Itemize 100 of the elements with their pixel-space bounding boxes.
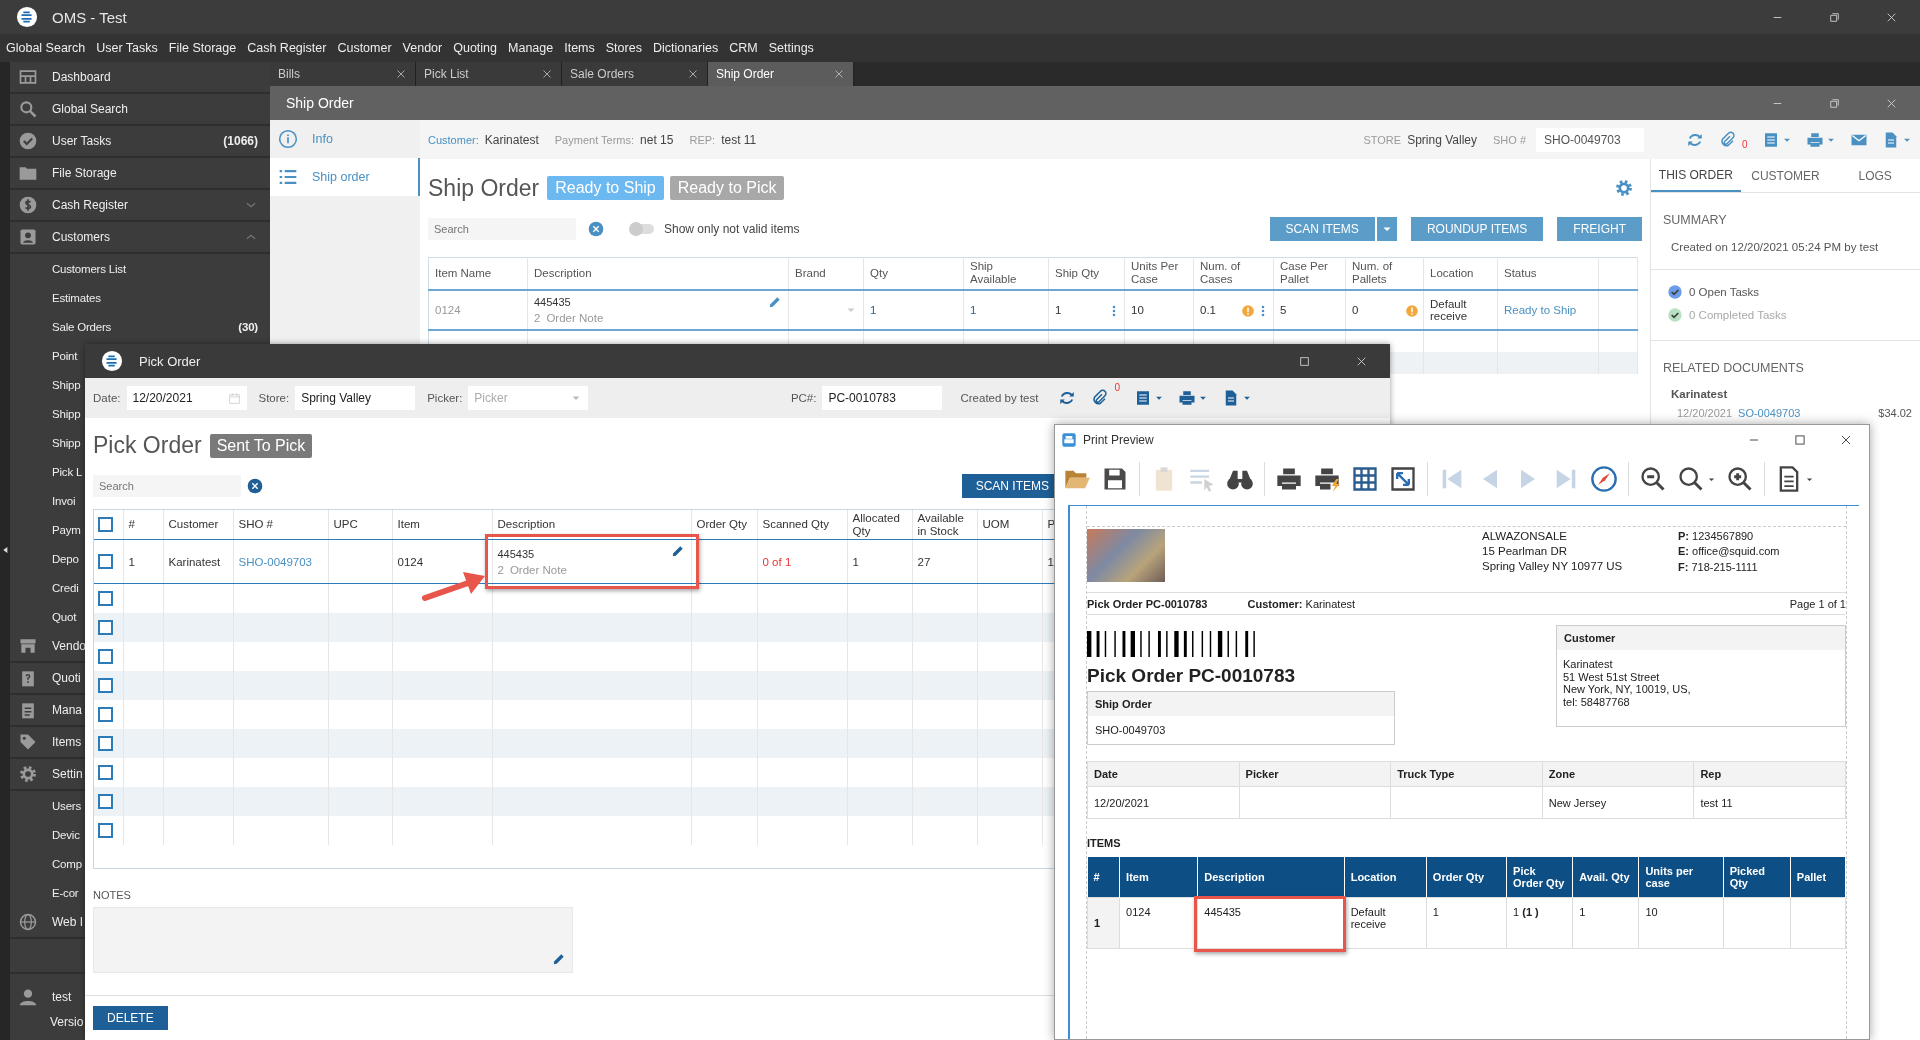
- zoom-out-icon[interactable]: [1639, 465, 1667, 493]
- status-link[interactable]: Ready to Ship: [1504, 303, 1577, 316]
- maximize-icon[interactable]: [1298, 354, 1311, 368]
- task-count: 0 Open Tasks: [1689, 285, 1760, 298]
- window-title: Pick Order: [139, 353, 201, 369]
- store-field[interactable]: Spring Valley: [295, 386, 416, 410]
- close-icon[interactable]: [1839, 433, 1853, 447]
- tab[interactable]: LOGS: [1830, 159, 1920, 192]
- search-field[interactable]: Search: [428, 218, 576, 240]
- settings-icon[interactable]: [1614, 178, 1634, 198]
- address-line: New York, NY, 10019, US,: [1563, 683, 1692, 696]
- checkbox[interactable]: [98, 677, 113, 693]
- sho-field[interactable]: SHO-0049703: [1536, 127, 1644, 152]
- attachment-icon[interactable]: [1718, 130, 1736, 149]
- print-icon[interactable]: [1178, 389, 1196, 407]
- edit-icon[interactable]: [552, 952, 566, 966]
- tab[interactable]: Ship Order: [708, 62, 854, 86]
- column-header: Qty: [870, 266, 888, 279]
- attachment-icon[interactable]: [1090, 389, 1109, 407]
- table-cell: 1: [852, 555, 859, 568]
- menu-item[interactable]: Customer: [337, 41, 392, 55]
- checkbox[interactable]: [98, 793, 113, 809]
- close-icon[interactable]: [395, 68, 407, 80]
- checkbox[interactable]: [98, 648, 113, 664]
- status-badge: Ready to Ship: [547, 176, 664, 200]
- edit-icon[interactable]: [670, 544, 685, 559]
- notes-label: NOTES: [93, 888, 132, 901]
- sidebar-subitem[interactable]: Sale Orders (30): [10, 312, 270, 341]
- maximize-icon[interactable]: [1793, 433, 1807, 447]
- menu-item[interactable]: Quoting: [453, 41, 497, 55]
- checkbox[interactable]: [98, 517, 113, 533]
- table-grid-icon[interactable]: [1351, 465, 1379, 493]
- sidebar-item[interactable]: Dashboard: [10, 62, 270, 94]
- sidebar-item[interactable]: Cash Register: [10, 190, 270, 222]
- restore-icon[interactable]: [1828, 10, 1841, 24]
- list-document-icon[interactable]: [1134, 389, 1152, 407]
- sidebar-subitem[interactable]: Customers List: [10, 254, 270, 283]
- menu-item[interactable]: User Tasks: [96, 41, 158, 55]
- checkbox[interactable]: [98, 591, 113, 607]
- menu-item[interactable]: Settings: [768, 41, 814, 55]
- address-line: tel: 58487768: [1563, 695, 1631, 709]
- close-icon[interactable]: [687, 68, 699, 80]
- field-label: Picker:: [427, 392, 463, 404]
- toggle-switch[interactable]: [630, 224, 654, 234]
- checkbox[interactable]: [98, 822, 113, 838]
- menu-item[interactable]: Stores: [605, 41, 642, 55]
- compass-icon[interactable]: [1590, 465, 1618, 493]
- pc-field[interactable]: PC-0010783: [822, 386, 943, 410]
- page-number: Page 1 of 1: [1789, 597, 1846, 610]
- menu-item[interactable]: Vendor: [402, 41, 443, 55]
- search-field[interactable]: Search: [93, 475, 241, 498]
- sidebar-item[interactable]: Customers: [10, 222, 270, 254]
- notes-field[interactable]: [93, 906, 573, 973]
- close-icon[interactable]: [541, 68, 553, 80]
- sidebar-item[interactable]: User Tasks (1066): [10, 126, 270, 158]
- dropdown-button[interactable]: [1376, 217, 1397, 241]
- document-title: Pick Order PC-0010783: [1087, 665, 1297, 687]
- field-value: Spring Valley: [1407, 132, 1477, 147]
- nav-item[interactable]: Ship order: [270, 158, 420, 196]
- tab[interactable]: Pick List: [416, 62, 562, 86]
- field-label: PC#:: [790, 392, 817, 404]
- document-link[interactable]: SO-0049703: [1738, 407, 1801, 419]
- menu-item[interactable]: Cash Register: [247, 41, 327, 55]
- checkbox[interactable]: [98, 735, 113, 751]
- table-cell: Default receive: [1350, 905, 1387, 930]
- checkbox[interactable]: [98, 554, 113, 570]
- table-cell: 445435: [1204, 905, 1241, 918]
- restore-icon[interactable]: [1828, 96, 1841, 110]
- menu-item[interactable]: CRM: [729, 41, 758, 55]
- date-field[interactable]: 12/20/2021: [126, 386, 247, 410]
- tab[interactable]: CUSTOMER: [1740, 159, 1831, 192]
- order-link[interactable]: SHO-0049703: [238, 555, 313, 568]
- menu-item[interactable]: Dictionaries: [652, 41, 719, 55]
- tab[interactable]: THIS ORDER: [1651, 159, 1741, 192]
- menu-item[interactable]: Items: [564, 41, 595, 55]
- refresh-icon[interactable]: [1058, 389, 1077, 407]
- delete-button[interactable]: DELETE: [93, 1006, 168, 1030]
- checkbox[interactable]: [98, 706, 113, 722]
- zoom-icon[interactable]: [1677, 465, 1705, 493]
- clear-icon[interactable]: [247, 478, 263, 495]
- note-count: 2: [534, 311, 541, 324]
- store-icon: [18, 636, 38, 656]
- menu-item[interactable]: File Storage: [168, 41, 237, 55]
- menu-item[interactable]: Manage: [508, 41, 554, 55]
- field-label: Date:: [93, 392, 121, 404]
- tab[interactable]: Sale Orders: [562, 62, 708, 86]
- sidebar-subitem[interactable]: Estimates: [10, 283, 270, 312]
- zoom-in-icon[interactable]: [1726, 465, 1754, 493]
- column-header: Num. of Pallets: [1352, 260, 1393, 286]
- tab[interactable]: Bills: [270, 62, 416, 86]
- menu-item[interactable]: Global Search: [6, 41, 86, 55]
- checkbox[interactable]: [98, 764, 113, 780]
- column-header: Order Qty: [696, 518, 747, 531]
- sidebar-item[interactable]: File Storage: [10, 158, 270, 190]
- checkbox[interactable]: [98, 619, 113, 635]
- column-header: Rep: [1700, 768, 1722, 780]
- clear-icon[interactable]: [588, 221, 604, 237]
- fit-page-icon[interactable]: [1389, 465, 1417, 493]
- picker-dropdown[interactable]: Picker: [468, 386, 589, 410]
- edit-icon[interactable]: [768, 294, 782, 309]
